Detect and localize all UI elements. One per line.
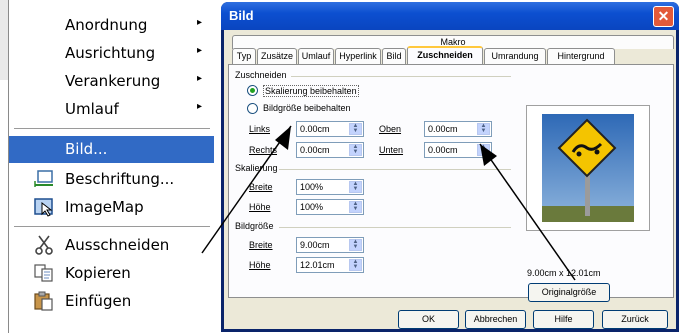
menu-separator: [14, 226, 210, 227]
size-width-input[interactable]: 9.00cm ▲ ▼: [296, 237, 364, 253]
size-width-label: Breite: [249, 240, 273, 250]
menu-item-label: Beschriftung...: [65, 170, 175, 188]
scale-width-value: 100%: [300, 182, 324, 192]
bottom-label: Unten: [379, 145, 404, 155]
spin-arrows-icon[interactable]: ▲ ▼: [349, 239, 362, 251]
keep-scale-radio[interactable]: [247, 85, 258, 96]
copy-icon: [33, 263, 55, 283]
right-input[interactable]: 0.00cm ▲ ▼: [296, 142, 364, 158]
left-input[interactable]: 0.00cm ▲ ▼: [296, 121, 364, 137]
tab-umlauf[interactable]: Umlauf: [298, 48, 334, 64]
spin-arrows-icon[interactable]: ▲ ▼: [349, 123, 362, 135]
scale-height-label: Höhe: [249, 202, 271, 212]
menu-item-umlauf[interactable]: Umlauf ▸: [9, 96, 214, 123]
submenu-arrow-icon: ▸: [196, 101, 202, 112]
tab-bild[interactable]: Bild: [382, 48, 406, 64]
tab-umrandung[interactable]: Umrandung: [484, 48, 546, 64]
tab-hyperlink[interactable]: Hyperlink: [335, 48, 381, 64]
tab-row: Typ Zusätze Umlauf Hyperlink Bild Zuschn…: [228, 46, 674, 65]
road-sign-photo: [542, 114, 634, 222]
menu-item-ausschneiden[interactable]: Ausschneiden: [9, 232, 214, 259]
image-dialog: Bild ✕ Makro Typ Zusätze Umlauf Hyperlin…: [221, 2, 679, 332]
menu-item-label: Einfügen: [65, 292, 132, 310]
top-label: Oben: [379, 124, 402, 134]
spin-arrows-icon[interactable]: ▲ ▼: [349, 181, 362, 193]
tab-zuschneiden[interactable]: Zuschneiden: [407, 46, 483, 65]
close-button[interactable]: ✕: [653, 6, 674, 27]
dialog-title: Bild: [229, 8, 254, 23]
menu-item-imagemap[interactable]: ImageMap: [9, 194, 214, 221]
menu-item-label: Anordnung: [65, 16, 148, 34]
left-value: 0.00cm: [300, 124, 330, 134]
original-size-button[interactable]: Originalgröße: [528, 283, 610, 302]
menu-item-bild[interactable]: Bild...: [9, 136, 214, 163]
menu-item-label: Verankerung: [65, 72, 161, 90]
menu-item-label: Ausschneiden: [65, 236, 170, 254]
group-separator: [279, 169, 511, 170]
imagemap-icon: [33, 197, 55, 217]
crop-group-label: Zuschneiden: [235, 70, 287, 80]
menu-item-beschriftung[interactable]: Beschriftung...: [9, 166, 214, 193]
submenu-arrow-icon: ▸: [196, 17, 202, 28]
tab-typ[interactable]: Typ: [232, 48, 256, 64]
menu-separator: [14, 128, 210, 129]
menu-item-anordnung[interactable]: Anordnung ▸: [9, 12, 214, 39]
menu-item-label: ImageMap: [65, 198, 144, 216]
scale-height-value: 100%: [300, 202, 324, 212]
menu-item-kopieren[interactable]: Kopieren: [9, 260, 214, 287]
size-height-input[interactable]: 12.01cm ▲ ▼: [296, 257, 364, 273]
scale-width-input[interactable]: 100% ▲ ▼: [296, 179, 364, 195]
size-group-label: Bildgröße: [235, 221, 274, 231]
submenu-arrow-icon: ▸: [196, 73, 202, 84]
keep-scale-label[interactable]: Skalierung beibehalten: [263, 85, 359, 97]
menu-item-label: Bild...: [65, 140, 108, 158]
preview-dimensions: 9.00cm x 12.01cm: [527, 268, 601, 278]
crop-panel: Zuschneiden Skalierung beibehalten Bildg…: [228, 64, 674, 302]
tab-hintergrund[interactable]: Hintergrund: [547, 48, 615, 64]
size-width-value: 9.00cm: [300, 240, 330, 250]
menu-item-label: Umlauf: [65, 100, 119, 118]
top-input[interactable]: 0.00cm ▲ ▼: [424, 121, 492, 137]
right-label: Rechts: [249, 145, 278, 155]
scale-group-label: Skalierung: [235, 163, 278, 173]
menu-item-label: Ausrichtung: [65, 44, 156, 62]
context-menu: Anordnung ▸ Ausrichtung ▸ Verankerung ▸ …: [0, 0, 214, 333]
bottom-input[interactable]: 0.00cm ▲ ▼: [424, 142, 492, 158]
scale-height-input[interactable]: 100% ▲ ▼: [296, 199, 364, 215]
caption-icon: [33, 169, 55, 189]
paste-icon: [33, 291, 55, 311]
dialog-title-bar[interactable]: Bild ✕: [221, 2, 679, 30]
spin-arrows-icon[interactable]: ▲ ▼: [349, 201, 362, 213]
dialog-body: Makro Typ Zusätze Umlauf Hyperlink Bild …: [224, 30, 676, 329]
back-button[interactable]: Zurück: [602, 310, 668, 329]
submenu-arrow-icon: ▸: [196, 45, 202, 56]
help-button[interactable]: Hilfe: [533, 310, 594, 329]
menu-item-einfuegen[interactable]: Einfügen: [9, 288, 214, 315]
top-value: 0.00cm: [428, 124, 458, 134]
left-label: Links: [249, 124, 271, 134]
scissors-icon: [33, 235, 55, 255]
keep-size-radio[interactable]: [247, 103, 258, 114]
keep-size-label[interactable]: Bildgröße beibehalten: [263, 103, 351, 113]
image-preview: [526, 105, 650, 231]
menu-item-verankerung[interactable]: Verankerung ▸: [9, 68, 214, 95]
scale-width-label: Breite: [249, 182, 273, 192]
cancel-button[interactable]: Abbrechen: [465, 310, 526, 329]
spin-arrows-icon[interactable]: ▲ ▼: [349, 259, 362, 271]
size-height-value: 12.01cm: [300, 260, 335, 270]
right-value: 0.00cm: [300, 145, 330, 155]
ok-button[interactable]: OK: [398, 310, 459, 329]
menu-item-label: Kopieren: [65, 264, 131, 282]
menu-item-ausrichtung[interactable]: Ausrichtung ▸: [9, 40, 214, 67]
tab-zusaetze[interactable]: Zusätze: [257, 48, 297, 64]
group-separator: [279, 227, 511, 228]
spin-arrows-icon[interactable]: ▲ ▼: [477, 123, 490, 135]
size-height-label: Höhe: [249, 260, 271, 270]
group-separator: [291, 76, 511, 77]
spin-arrows-icon[interactable]: ▲ ▼: [349, 144, 362, 156]
bottom-value: 0.00cm: [428, 145, 458, 155]
spin-arrows-icon[interactable]: ▲ ▼: [477, 144, 490, 156]
